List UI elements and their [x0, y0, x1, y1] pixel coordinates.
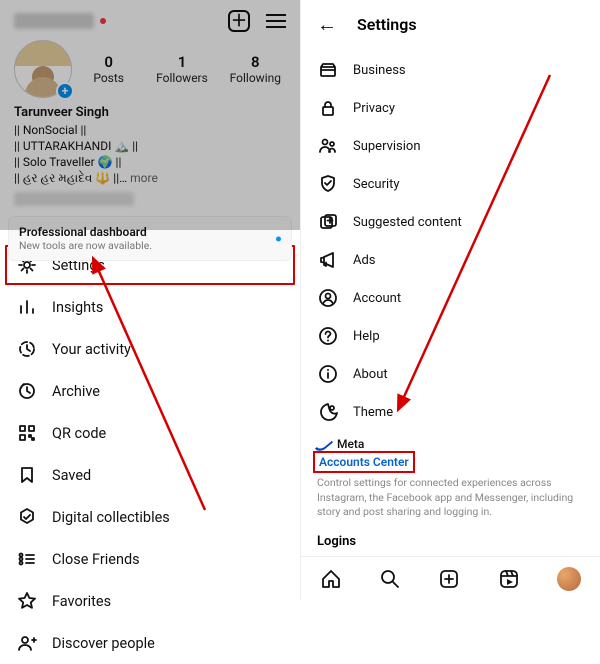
home-icon[interactable]: [320, 568, 342, 590]
settings-item-theme[interactable]: Theme: [301, 393, 600, 431]
star-icon: [16, 590, 38, 612]
settings-label: Security: [353, 177, 400, 192]
settings-label: About: [353, 367, 388, 382]
username-obscured: [14, 13, 94, 29]
account-icon: [317, 287, 339, 309]
supervision-icon: [317, 135, 339, 157]
about-icon: [317, 363, 339, 385]
settings-item-account[interactable]: Account: [301, 279, 600, 317]
menu-label: Saved: [52, 467, 91, 484]
menu-item-insights[interactable]: Insights: [0, 286, 300, 328]
suggested-icon: [317, 211, 339, 233]
close-friends-icon: [16, 548, 38, 570]
menu-label: Your activity: [52, 341, 131, 358]
accounts-center-description: Control settings for connected experienc…: [317, 476, 584, 520]
profile-screen: ＋ + 0Posts 1Followers 8Following Tarunve…: [0, 0, 300, 600]
bookmark-icon: [16, 464, 38, 486]
stat-followers[interactable]: 1Followers: [145, 53, 218, 85]
menu-label: Close Friends: [52, 551, 140, 568]
avatar[interactable]: +: [14, 40, 72, 98]
settings-label: Suggested content: [353, 215, 462, 230]
settings-item-help[interactable]: Help: [301, 317, 600, 355]
menu-item-your-activity[interactable]: Your activity: [0, 328, 300, 370]
menu-label: Digital collectibles: [52, 509, 170, 526]
bottom-tab-bar: [301, 556, 600, 600]
theme-icon: [317, 401, 339, 423]
settings-item-about[interactable]: About: [301, 355, 600, 393]
meta-brand: Meta: [317, 437, 584, 451]
menu-item-discover-people[interactable]: Discover people: [0, 622, 300, 664]
settings-label: Theme: [353, 405, 393, 420]
business-icon: [317, 59, 339, 81]
menu-label: Archive: [52, 383, 100, 400]
page-title: Settings: [357, 15, 417, 34]
settings-label: Business: [353, 63, 406, 78]
settings-item-security[interactable]: Security: [301, 165, 600, 203]
settings-list: Business Privacy Supervision Security Sugges…: [301, 49, 600, 431]
hamburger-menu-icon[interactable]: [266, 14, 286, 28]
menu-item-archive[interactable]: Archive: [0, 370, 300, 412]
accounts-center-link[interactable]: Accounts Center: [317, 455, 411, 469]
settings-label: Ads: [353, 253, 376, 268]
help-icon: [317, 325, 339, 347]
reels-icon[interactable]: [498, 568, 520, 590]
stat-following[interactable]: 8Following: [219, 53, 292, 85]
megaphone-icon: [317, 249, 339, 271]
bar-chart-icon: [16, 296, 38, 318]
discover-icon: [16, 632, 38, 654]
settings-item-ads[interactable]: Ads: [301, 241, 600, 279]
logins-heading: Logins: [301, 520, 600, 549]
meta-logo-icon: [315, 436, 333, 453]
menu-item-favorites[interactable]: Favorites: [0, 580, 300, 622]
settings-label: Supervision: [353, 139, 421, 154]
menu-item-digital-collectibles[interactable]: Digital collectibles: [0, 496, 300, 538]
shield-icon: [317, 173, 339, 195]
menu-label: Favorites: [52, 593, 111, 610]
archive-icon: [16, 380, 38, 402]
menu-label: QR code: [52, 425, 106, 442]
create-post-icon[interactable]: ＋: [228, 10, 250, 32]
create-icon[interactable]: [438, 568, 460, 590]
notification-dot: [100, 18, 106, 24]
back-icon[interactable]: ←: [317, 12, 337, 37]
menu-item-qr-code[interactable]: QR code: [0, 412, 300, 454]
settings-item-suggested-content[interactable]: Suggested content: [301, 203, 600, 241]
profile-header: ＋ + 0Posts 1Followers 8Following Tarunve…: [0, 0, 300, 230]
clock-icon: [16, 338, 38, 360]
menu-label: Discover people: [52, 635, 155, 652]
add-story-badge[interactable]: +: [56, 82, 74, 100]
profile-tab-avatar[interactable]: [557, 567, 581, 591]
options-drawer: SettingsInsightsYour activityArchiveQR c…: [0, 240, 300, 664]
stat-posts[interactable]: 0Posts: [72, 53, 145, 85]
settings-label: Privacy: [353, 101, 395, 116]
professional-dashboard-card[interactable]: Professional dashboard New tools are now…: [8, 216, 292, 261]
settings-label: Help: [353, 329, 380, 344]
hexagon-icon: [16, 506, 38, 528]
settings-item-supervision[interactable]: Supervision: [301, 127, 600, 165]
story-highlight-obscured: [14, 192, 134, 206]
settings-item-business[interactable]: Business: [301, 51, 600, 89]
menu-item-saved[interactable]: Saved: [0, 454, 300, 496]
qr-icon: [16, 422, 38, 444]
search-icon[interactable]: [379, 568, 401, 590]
bio-more[interactable]: more: [130, 171, 158, 185]
username-dropdown[interactable]: [14, 13, 106, 29]
menu-item-close-friends[interactable]: Close Friends: [0, 538, 300, 580]
bio: Tarunveer Singh || NonSocial || || UTTAR…: [0, 98, 300, 186]
settings-screen: ← Settings Business Privacy Supervision Sec…: [300, 0, 600, 600]
menu-label: Insights: [52, 299, 103, 316]
settings-label: Account: [353, 291, 401, 306]
lock-icon: [317, 97, 339, 119]
pager-dot: [276, 236, 281, 241]
profile-name: Tarunveer Singh: [14, 104, 286, 122]
settings-item-privacy[interactable]: Privacy: [301, 89, 600, 127]
